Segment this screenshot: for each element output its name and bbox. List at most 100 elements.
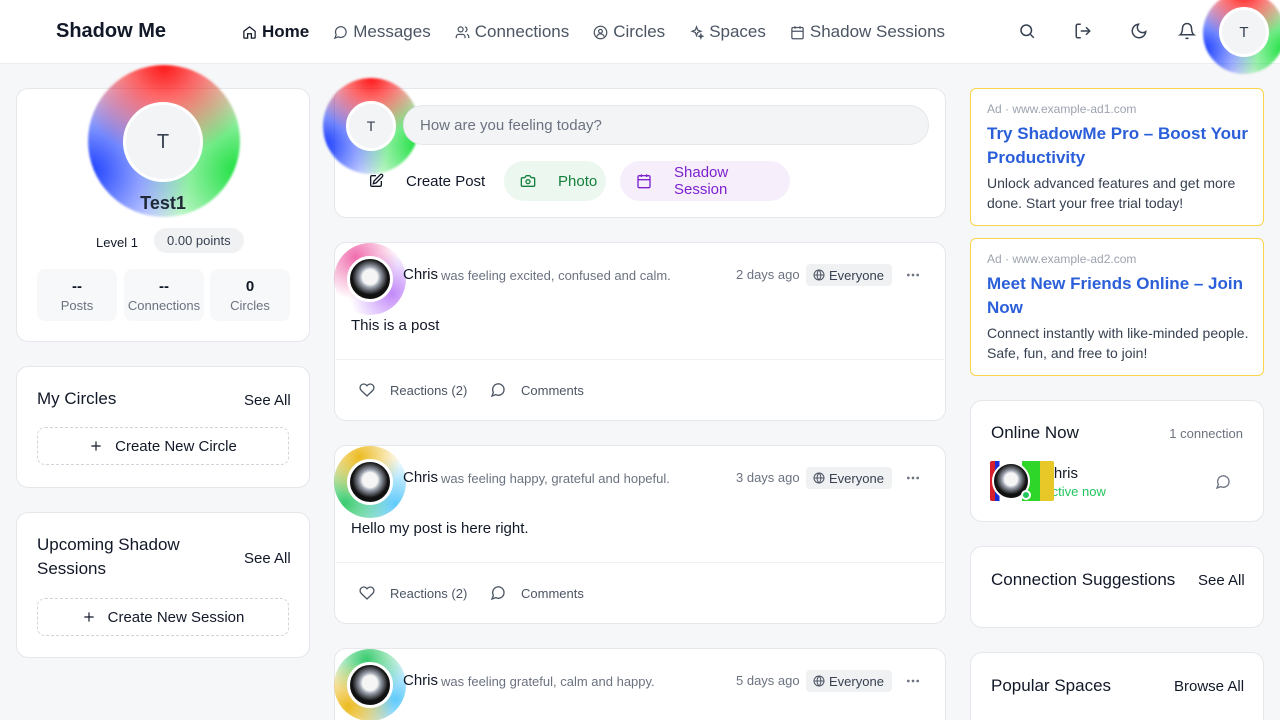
ad-source: Ad · www.example-ad1.com bbox=[987, 102, 1137, 116]
nav-messages-label: Messages bbox=[353, 22, 431, 41]
create-session-button[interactable]: Create New Session bbox=[37, 598, 289, 636]
message-icon[interactable] bbox=[1215, 474, 1231, 490]
post-author-avatar[interactable] bbox=[347, 459, 393, 505]
profile-avatar[interactable]: T bbox=[123, 102, 203, 182]
users-icon bbox=[455, 25, 470, 40]
audience-label: Everyone bbox=[829, 673, 884, 689]
camera-icon bbox=[520, 173, 536, 189]
suggestions-see-all-link[interactable]: See All bbox=[1198, 572, 1245, 589]
create-post-button[interactable]: Create Post bbox=[352, 161, 501, 201]
moon-icon[interactable] bbox=[1130, 22, 1150, 42]
app-logo[interactable]: Shadow Me bbox=[56, 20, 166, 43]
reactions-button[interactable]: Reactions (2) bbox=[359, 585, 467, 601]
profile-card: T Test1 Level 1 0.00 points -- Posts -- … bbox=[16, 65, 310, 342]
sessions-see-all-link[interactable]: See All bbox=[244, 550, 291, 567]
nav-circles[interactable]: Circles bbox=[593, 20, 665, 44]
globe-icon bbox=[813, 472, 825, 484]
reactions-label: Reactions (2) bbox=[390, 382, 468, 398]
popular-spaces-title: Popular Spaces bbox=[991, 676, 1112, 695]
audience-badge: Everyone bbox=[806, 467, 892, 489]
profile-name[interactable]: Test1 bbox=[17, 193, 309, 214]
upcoming-sessions-card: Upcoming Shadow Sessions See All Create … bbox=[16, 512, 310, 658]
popular-spaces-card: Popular Spaces Browse All bbox=[970, 652, 1264, 720]
main-nav: Home Messages Connections Circles Spaces… bbox=[242, 20, 945, 44]
message-icon bbox=[333, 25, 348, 40]
create-circle-label: Create New Circle bbox=[115, 437, 237, 455]
post-author-name[interactable]: Chris bbox=[403, 469, 438, 486]
post-body: Hello my post is here right. bbox=[351, 520, 529, 537]
circle-user-icon bbox=[593, 25, 608, 40]
top-bar: Shadow Me Home Messages Connections Circ… bbox=[0, 0, 1280, 64]
heart-icon bbox=[359, 585, 375, 601]
ad-description: Connect instantly with like-minded peopl… bbox=[987, 325, 1249, 361]
stat-posts-value: -- bbox=[72, 278, 82, 295]
nav-connections-label: Connections bbox=[474, 22, 570, 41]
browse-all-link[interactable]: Browse All bbox=[1174, 678, 1244, 695]
stat-connections-value: -- bbox=[159, 278, 169, 295]
post-feeling: was feeling happy, grateful and hopeful. bbox=[441, 471, 670, 486]
photo-button[interactable]: Photo bbox=[504, 161, 606, 201]
nav-connections[interactable]: Connections bbox=[455, 20, 570, 44]
comments-button[interactable]: Comments bbox=[490, 382, 584, 398]
nav-shadow-sessions-label: Shadow Sessions bbox=[809, 22, 946, 41]
online-now-title: Online Now bbox=[991, 423, 1079, 442]
nav-circles-label: Circles bbox=[613, 22, 666, 41]
stat-connections[interactable]: -- Connections bbox=[124, 269, 204, 321]
shadow-session-label: Shadow Session bbox=[674, 164, 729, 198]
create-circle-button[interactable]: Create New Circle bbox=[37, 427, 289, 465]
bell-icon[interactable] bbox=[1178, 22, 1198, 42]
post-time: 3 days ago bbox=[736, 470, 800, 485]
audience-badge: Everyone bbox=[806, 670, 892, 692]
ad-description: Unlock advanced features and get more do… bbox=[987, 175, 1236, 211]
upcoming-sessions-title: Upcoming Shadow Sessions bbox=[37, 535, 180, 578]
stat-posts-label: Posts bbox=[60, 298, 94, 313]
stat-circles-value: 0 bbox=[245, 278, 255, 295]
composer-avatar[interactable]: T bbox=[346, 101, 396, 151]
status-input[interactable] bbox=[403, 105, 929, 145]
comments-button[interactable]: Comments bbox=[490, 585, 584, 601]
nav-messages[interactable]: Messages bbox=[333, 20, 431, 44]
reactions-label: Reactions (2) bbox=[390, 585, 468, 601]
nav-spaces[interactable]: Spaces bbox=[689, 20, 766, 44]
audience-label: Everyone bbox=[829, 267, 884, 283]
online-count: 1 connection bbox=[1169, 426, 1243, 441]
comments-label: Comments bbox=[521, 585, 584, 601]
audience-label: Everyone bbox=[829, 470, 884, 486]
post-feeling: was feeling grateful, calm and happy. bbox=[441, 674, 655, 689]
nav-home[interactable]: Home bbox=[242, 20, 309, 44]
more-options-icon[interactable] bbox=[905, 267, 921, 283]
connection-suggestions-card: Connection Suggestions See All bbox=[970, 546, 1264, 628]
post-author-avatar[interactable] bbox=[347, 256, 393, 302]
my-circles-card: My Circles See All Create New Circle bbox=[16, 366, 310, 488]
connection-suggestions-title: Connection Suggestions bbox=[991, 570, 1176, 589]
nav-shadow-sessions[interactable]: Shadow Sessions bbox=[790, 20, 945, 44]
reactions-button[interactable]: Reactions (2) bbox=[359, 382, 467, 398]
ad-title-link[interactable]: Try ShadowMe Pro – Boost Your Productivi… bbox=[987, 122, 1249, 170]
create-post-label: Create Post bbox=[406, 172, 486, 190]
calendar-icon bbox=[790, 25, 805, 40]
post-author-name[interactable]: Chris bbox=[403, 266, 438, 283]
points-badge: 0.00 points bbox=[154, 228, 244, 253]
online-status-dot bbox=[1021, 490, 1031, 500]
post-author-name[interactable]: Chris bbox=[403, 672, 438, 689]
edit-icon bbox=[368, 173, 384, 189]
nav-home-label: Home bbox=[262, 22, 310, 41]
post-author-avatar[interactable] bbox=[347, 662, 393, 708]
stat-circles[interactable]: 0 Circles bbox=[210, 269, 290, 321]
plus-icon bbox=[82, 610, 96, 624]
search-icon[interactable] bbox=[1018, 22, 1038, 42]
post-divider bbox=[336, 359, 944, 360]
create-session-label: Create New Session bbox=[107, 608, 245, 626]
shadow-session-button[interactable]: Shadow Session bbox=[620, 161, 790, 201]
more-options-icon[interactable] bbox=[905, 673, 921, 689]
nav-spaces-label: Spaces bbox=[709, 22, 766, 41]
ad-title-link[interactable]: Meet New Friends Online – Join Now bbox=[987, 272, 1249, 320]
circles-see-all-link[interactable]: See All bbox=[244, 392, 291, 409]
stat-posts[interactable]: -- Posts bbox=[37, 269, 117, 321]
logout-icon[interactable] bbox=[1074, 22, 1094, 42]
post-feeling: was feeling excited, confused and calm. bbox=[441, 268, 671, 283]
ad-source: Ad · www.example-ad2.com bbox=[987, 252, 1137, 266]
more-options-icon[interactable] bbox=[905, 470, 921, 486]
calendar-icon bbox=[636, 173, 652, 189]
header-avatar[interactable]: T bbox=[1219, 7, 1269, 57]
